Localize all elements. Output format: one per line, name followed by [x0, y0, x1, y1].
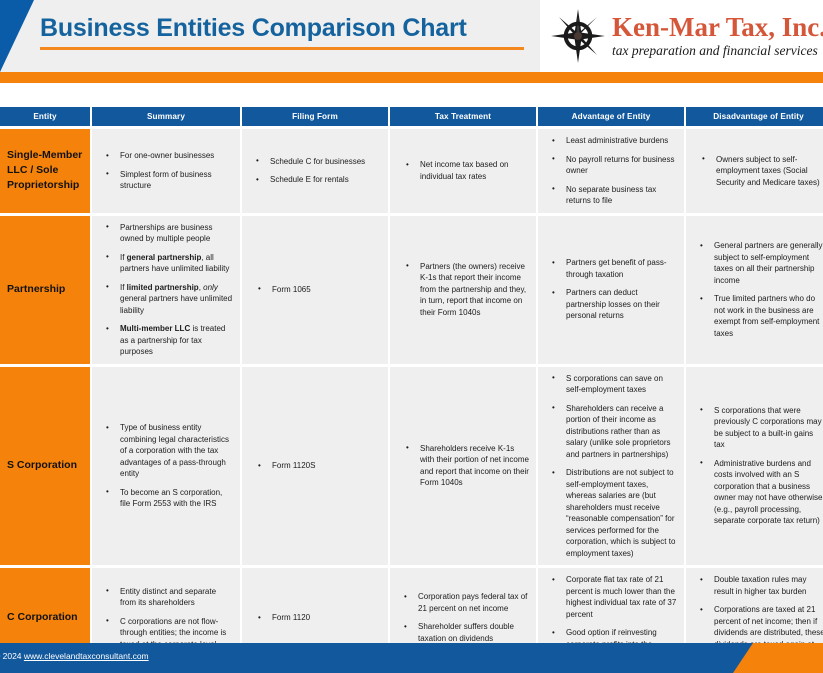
table-row: Partnership Partnerships are business own…: [0, 215, 823, 364]
bullet-item: Shareholder suffers double taxation on d…: [404, 621, 530, 644]
tax-treatment-cell: Net income tax based on individual tax r…: [390, 129, 536, 213]
filing-form-cell: Form 1065: [242, 215, 388, 364]
bullet-item: S corporations that were previously C co…: [700, 404, 823, 451]
bullet-item: Owners subject to self-employment taxes …: [702, 153, 823, 189]
advantage-cell: S corporations can save on self-employme…: [538, 366, 684, 565]
bullet-item: To become an S corporation, file Form 25…: [106, 486, 234, 510]
bullet-item: Partners get benefit of pass-through tax…: [552, 257, 678, 280]
bullet-item: Shareholders can receive a portion of th…: [552, 402, 678, 461]
bullet-item: Schedule C for businesses: [256, 155, 382, 168]
footer-website-link[interactable]: www.clevelandtaxconsultant.com: [24, 651, 149, 661]
bullet-item: General partners are generally subject t…: [700, 240, 823, 286]
bullet-list: Least administrative burdens No payroll r…: [542, 135, 680, 207]
bullet-list: S corporations that were previously C co…: [690, 404, 823, 527]
bullet-item: Partnerships are business owned by multi…: [106, 221, 234, 245]
page-header: Business Entities Comparison Chart Ken-M…: [0, 0, 823, 72]
table-body: Single-Member LLC / Sole ProprietorshipF…: [0, 129, 823, 668]
column-header-tax-treatment: Tax Treatment: [390, 107, 536, 126]
bullet-list: Form 1065: [246, 283, 384, 296]
bullet-item: Simplest form of business structure: [106, 168, 234, 192]
bullet-item: If general partnership, all partners hav…: [106, 251, 234, 275]
entity-name-cell: Single-Member LLC / Sole Proprietorship: [0, 129, 90, 213]
bullet-item: For one-owner businesses: [106, 150, 234, 162]
bullet-item: Partners can deduct partnership losses o…: [552, 287, 678, 322]
bullet-item: Multi-member LLC is treated as a partner…: [106, 323, 234, 358]
bullet-item: No separate business tax returns to file: [552, 183, 678, 207]
compass-rose-icon: [550, 8, 606, 64]
comparison-table: Entity Summary Filing Form Tax Treatment…: [0, 104, 823, 671]
header-orange-band: [0, 72, 823, 83]
bullet-item: Entity distinct and separate from its sh…: [106, 585, 234, 609]
bullet-item: Net income tax based on individual tax r…: [406, 159, 530, 182]
bullet-list: General partners are generally subject t…: [690, 240, 823, 339]
bullet-list: Entity distinct and separate from its sh…: [96, 585, 236, 651]
column-header-entity: Entity: [0, 107, 90, 126]
bullet-list: For one-owner businesses Simplest form of…: [96, 150, 236, 192]
bullet-item: Double taxation rules may result in high…: [700, 574, 823, 597]
bullet-list: Corporation pays federal tax of 21 perce…: [394, 591, 532, 644]
table-row: Single-Member LLC / Sole ProprietorshipF…: [0, 129, 823, 213]
bullet-item: Schedule E for rentals: [256, 174, 382, 186]
summary-cell: For one-owner businesses Simplest form of…: [92, 129, 240, 213]
bullet-item: Form 1120: [258, 612, 382, 624]
filing-form-cell: Schedule C for businesses Schedule E for …: [242, 129, 388, 213]
disadvantage-cell: Owners subject to self-employment taxes …: [686, 129, 823, 213]
footer-copyright-text: © 2024: [0, 651, 22, 661]
title-underline: [40, 47, 524, 50]
tax-treatment-cell: Partners (the owners) receive K-1s that …: [390, 215, 536, 364]
footer-copyright: © 2024 www.clevelandtaxconsultant.com: [0, 650, 149, 662]
bullet-item: Partners (the owners) receive K-1s that …: [406, 260, 530, 319]
bullet-item: Shareholders receive K-1s with their por…: [406, 442, 530, 489]
bullet-item: Form 1120S: [258, 460, 382, 472]
tax-treatment-cell: Shareholders receive K-1s with their por…: [390, 366, 536, 565]
bullet-list: Partners (the owners) receive K-1s that …: [394, 260, 532, 319]
table-header-row: Entity Summary Filing Form Tax Treatment…: [0, 107, 823, 126]
bullet-item: S corporations can save on self-employme…: [552, 372, 678, 396]
bullet-item: If limited partnership, only general par…: [106, 281, 234, 317]
bullet-list: S corporations can save on self-employme…: [542, 372, 680, 560]
bullet-item: Administrative burdens and costs involve…: [700, 457, 823, 527]
disadvantage-cell: S corporations that were previously C co…: [686, 366, 823, 565]
logo-text-block: Ken-Mar Tax, Inc. tax preparation and fi…: [612, 11, 823, 60]
disadvantage-cell: General partners are generally subject t…: [686, 215, 823, 364]
header-spacer: [0, 83, 823, 104]
header-corner-accent: [0, 0, 34, 72]
bullet-item: No payroll returns for business owner: [552, 153, 678, 177]
bullet-item: Corporation pays federal tax of 21 perce…: [404, 591, 530, 614]
summary-cell: Type of business entity combining legal …: [92, 366, 240, 565]
bullet-list: Form 1120S: [246, 460, 384, 472]
bullet-item: Form 1065: [258, 283, 382, 296]
entity-name-cell: S Corporation: [0, 366, 90, 565]
bullet-list: Schedule C for businesses Schedule E for …: [246, 155, 384, 186]
column-header-filing-form: Filing Form: [242, 107, 388, 126]
bullet-list: Type of business entity combining legal …: [96, 422, 236, 510]
bullet-item: Distributions are not subject to self-em…: [552, 467, 678, 559]
bullet-list: Form 1120: [246, 612, 384, 624]
advantage-cell: Least administrative burdens No payroll r…: [538, 129, 684, 213]
table-row: S Corporation Type of business entity com…: [0, 366, 823, 565]
filing-form-cell: Form 1120S: [242, 366, 388, 565]
title-block: Business Entities Comparison Chart: [40, 13, 530, 50]
bullet-item: Least administrative burdens: [552, 135, 678, 147]
column-header-advantage: Advantage of Entity: [538, 107, 684, 126]
bullet-item: True limited partners who do not work in…: [700, 293, 823, 339]
advantage-cell: Partners get benefit of pass-through tax…: [538, 215, 684, 364]
bullet-list: Owners subject to self-employment taxes …: [690, 153, 823, 189]
page-footer: © 2024 www.clevelandtaxconsultant.com: [0, 643, 823, 673]
bullet-list: Shareholders receive K-1s with their por…: [394, 442, 532, 489]
entity-name-cell: Partnership: [0, 215, 90, 364]
column-header-disadvantage: Disadvantage of Entity: [686, 107, 823, 126]
summary-cell: Partnerships are business owned by multi…: [92, 215, 240, 364]
logo-tagline: tax preparation and financial services: [612, 42, 818, 58]
bullet-list: Net income tax based on individual tax r…: [394, 159, 532, 182]
logo-company-name: Ken-Mar Tax, Inc.: [612, 11, 823, 42]
bullet-list: Partners get benefit of pass-through tax…: [542, 257, 680, 322]
page-title: Business Entities Comparison Chart: [40, 14, 467, 42]
company-logo: Ken-Mar Tax, Inc. tax preparation and fi…: [540, 0, 823, 72]
bullet-item: Corporate flat tax rate of 21 percent is…: [552, 574, 678, 620]
bullet-item: Type of business entity combining legal …: [106, 422, 234, 480]
column-header-summary: Summary: [92, 107, 240, 126]
bullet-list: Partnerships are business owned by multi…: [96, 221, 236, 358]
